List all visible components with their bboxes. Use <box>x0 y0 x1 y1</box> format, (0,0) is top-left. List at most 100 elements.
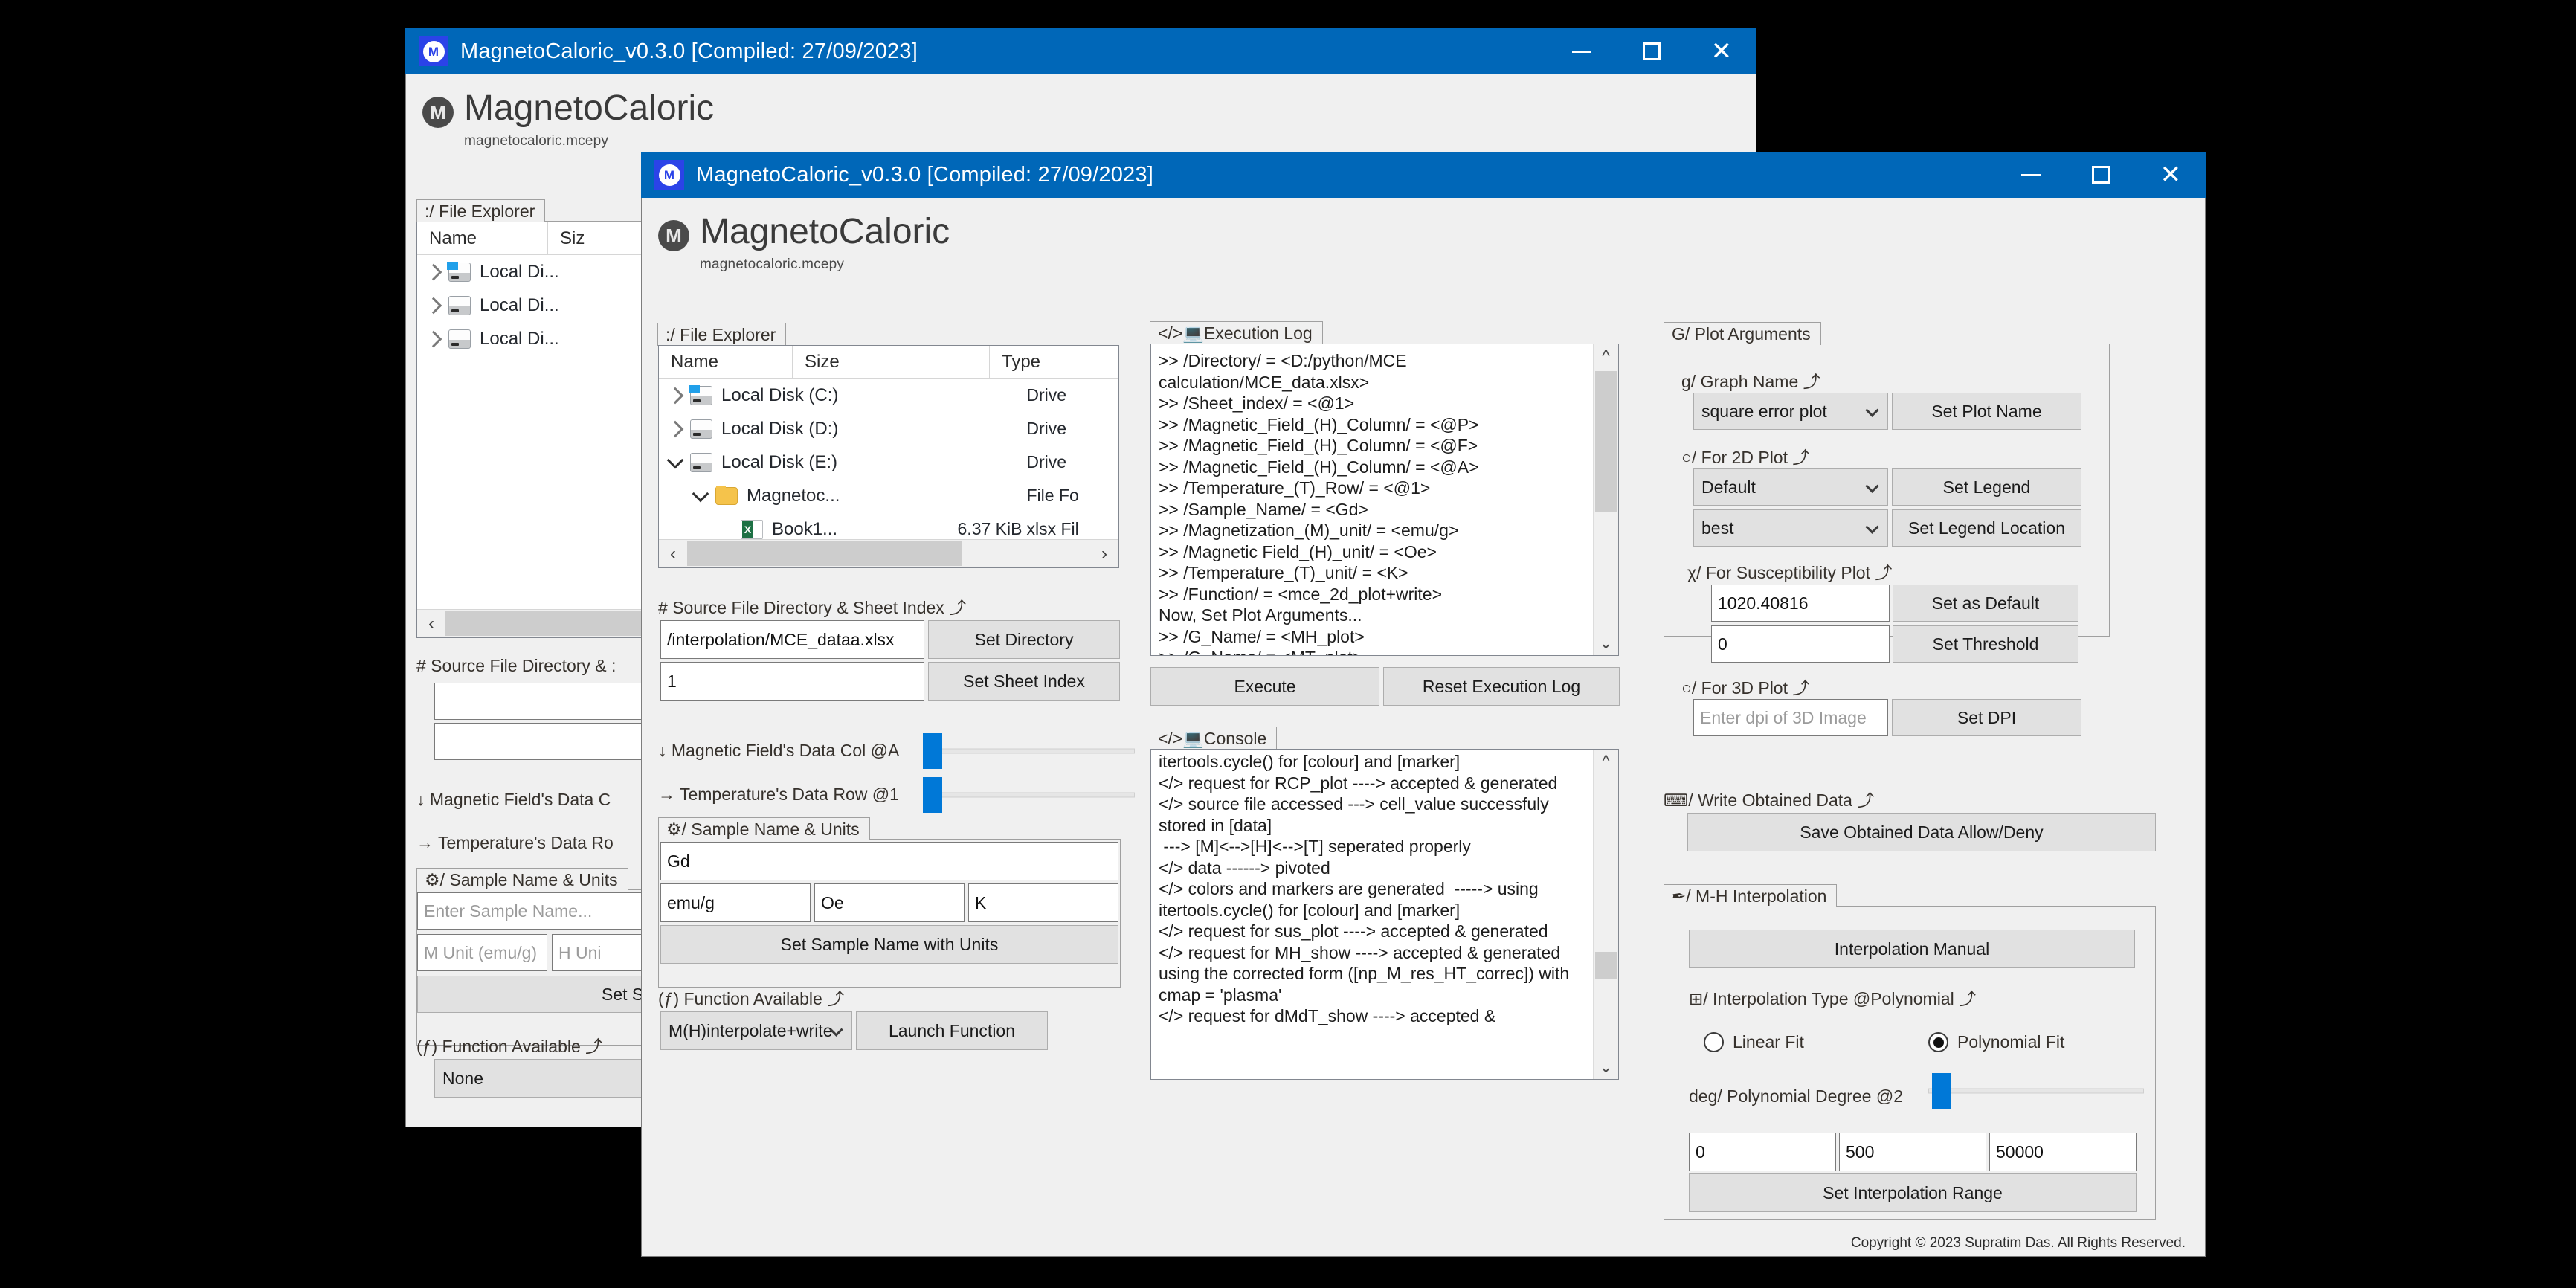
set-directory-button[interactable]: Set Directory <box>928 620 1120 659</box>
set-legend-location-button[interactable]: Set Legend Location <box>1892 509 2081 547</box>
maximize-button[interactable] <box>1617 28 1687 74</box>
legend-location-combo[interactable]: best <box>1693 509 1888 547</box>
sample-name-input[interactable]: Gd <box>660 842 1118 880</box>
plot-arguments-tab[interactable]: G/ Plot Arguments <box>1664 322 1821 345</box>
interpolation-manual-button[interactable]: Interpolation Manual <box>1689 930 2135 968</box>
function-combo[interactable]: M(H)interpolate+write <box>660 1011 852 1050</box>
t-unit-input[interactable]: K <box>968 883 1118 922</box>
field-col-slider[interactable] <box>923 733 1135 769</box>
chevron-right-icon[interactable] <box>425 330 442 347</box>
console-tab[interactable]: </>💻Console <box>1150 727 1277 750</box>
log-line: >> /Magnetic_Field_(H)_Column/ = <@A> <box>1159 457 1585 478</box>
chevron-down-icon[interactable] <box>692 486 709 502</box>
foreground-app-window[interactable]: M MagnetoCaloric_v0.3.0 [Compiled: 27/09… <box>641 152 2206 1257</box>
column-header-name[interactable]: Name <box>659 346 793 378</box>
maximize-button[interactable] <box>2066 152 2136 198</box>
column-header-type[interactable]: Type <box>990 346 1116 378</box>
chevron-right-icon[interactable] <box>667 420 684 437</box>
table-row[interactable]: Local Disk (D:)Drive <box>659 412 1118 445</box>
sheet-index-input[interactable]: 1 <box>660 662 924 701</box>
set-legend-button[interactable]: Set Legend <box>1892 468 2081 506</box>
minimize-button[interactable] <box>1996 152 2066 198</box>
hscroll-rail[interactable] <box>445 610 669 637</box>
graph-name-combo[interactable]: square error plot <box>1693 393 1888 430</box>
column-header-size[interactable]: Size <box>793 346 990 378</box>
scroll-up-icon[interactable]: ^ <box>1594 750 1618 773</box>
table-row[interactable]: Magnetoc...File Fo <box>659 479 1118 512</box>
chevron-right-icon[interactable] <box>425 297 442 314</box>
directory-input[interactable]: /interpolation/MCE_dataa.xlsx <box>660 620 924 659</box>
set-sample-name-button[interactable]: Set Sample Name with Units <box>660 925 1118 964</box>
scroll-down-icon[interactable]: ⌄ <box>1594 631 1618 655</box>
save-obtained-data-button[interactable]: Save Obtained Data Allow/Deny <box>1687 813 2156 851</box>
m-unit-input[interactable]: emu/g <box>660 883 811 922</box>
front-file-explorer-tab[interactable]: :/ File Explorer <box>657 323 786 346</box>
dpi-input[interactable]: Enter dpi of 3D Image <box>1693 699 1888 736</box>
chevron-right-icon[interactable] <box>425 263 442 280</box>
threshold-input[interactable]: 0 <box>1711 625 1890 663</box>
mh-interpolation-tab[interactable]: ✒/ M-H Interpolation <box>1664 884 1837 907</box>
front-file-tree[interactable]: Name Size Type Local Disk (C:)DriveLocal… <box>658 345 1119 568</box>
polynomial-degree-slider[interactable] <box>1928 1073 2144 1109</box>
temp-row-slider[interactable] <box>923 777 1135 813</box>
column-header-name[interactable]: Name <box>417 222 548 254</box>
table-row[interactable]: Local Di... <box>417 255 669 289</box>
back-file-explorer-tab[interactable]: :/ File Explorer <box>416 199 545 222</box>
table-row[interactable]: Local Disk (C:)Drive <box>659 379 1118 412</box>
minimize-button[interactable] <box>1547 28 1617 74</box>
execution-log-pane[interactable]: >> /Directory/ = <D:/python/MCE calculat… <box>1150 344 1619 656</box>
polynomial-fit-radio[interactable]: Polynomial Fit <box>1928 1032 2064 1052</box>
console-pane[interactable]: itertools.cycle() for [colour] and [mark… <box>1150 749 1619 1080</box>
table-row[interactable]: Local Disk (E:)Drive <box>659 445 1118 479</box>
close-button[interactable]: ✕ <box>1687 28 1756 74</box>
range-min-input[interactable]: 0 <box>1689 1133 1836 1171</box>
sample-section-tab[interactable]: ⚙/ Sample Name & Units <box>658 817 870 840</box>
slider-thumb[interactable] <box>923 777 942 813</box>
table-row[interactable]: Local Di... <box>417 322 669 355</box>
execution-log-scrollbar[interactable]: ^ ⌄ <box>1593 344 1618 655</box>
scroll-left-icon[interactable]: ‹ <box>417 610 445 637</box>
back-tree-hscrollbar[interactable]: ‹ <box>417 609 669 637</box>
console-scrollbar[interactable]: ^ ⌄ <box>1593 750 1618 1079</box>
back-window-titlebar[interactable]: M MagnetoCaloric_v0.3.0 [Compiled: 27/09… <box>405 28 1756 74</box>
front-window-titlebar[interactable]: M MagnetoCaloric_v0.3.0 [Compiled: 27/09… <box>641 152 2206 198</box>
linear-fit-radio[interactable]: Linear Fit <box>1704 1032 1804 1052</box>
range-step-input[interactable]: 500 <box>1839 1133 1986 1171</box>
close-button[interactable]: ✕ <box>2136 152 2206 198</box>
hscroll-thumb[interactable] <box>445 611 669 636</box>
set-sheet-index-button[interactable]: Set Sheet Index <box>928 662 1120 701</box>
set-as-default-button[interactable]: Set as Default <box>1893 585 2078 622</box>
set-threshold-button[interactable]: Set Threshold <box>1893 625 2078 663</box>
table-row[interactable]: Local Di... <box>417 289 669 322</box>
set-dpi-button[interactable]: Set DPI <box>1892 699 2081 736</box>
back-file-tree[interactable]: Name Siz Local Di...Local Di...Local Di.… <box>416 222 669 638</box>
back-sample-tab[interactable]: ⚙/ Sample Name & Units <box>416 868 628 891</box>
vscroll-thumb[interactable] <box>1595 952 1617 979</box>
chevron-right-icon[interactable] <box>667 387 684 404</box>
back-source-section-label: # Source File Directory & : <box>416 656 616 676</box>
scroll-up-icon[interactable]: ^ <box>1594 344 1618 368</box>
launch-function-button[interactable]: Launch Function <box>856 1011 1048 1050</box>
front-tree-hscrollbar[interactable]: ‹ › <box>659 539 1118 567</box>
vscroll-thumb[interactable] <box>1595 371 1617 512</box>
hscroll-rail[interactable] <box>687 540 1090 567</box>
slider-thumb[interactable] <box>1932 1073 1951 1109</box>
range-max-input[interactable]: 50000 <box>1989 1133 2137 1171</box>
susceptibility-input[interactable]: 1020.40816 <box>1711 585 1890 622</box>
legend-combo[interactable]: Default <box>1693 468 1888 506</box>
h-unit-input[interactable]: Oe <box>814 883 965 922</box>
hscroll-thumb[interactable] <box>687 541 962 566</box>
scroll-down-icon[interactable]: ⌄ <box>1594 1055 1618 1079</box>
reset-execution-log-button[interactable]: Reset Execution Log <box>1383 667 1620 706</box>
slider-thumb[interactable] <box>923 733 942 769</box>
scroll-right-icon[interactable]: › <box>1090 540 1118 567</box>
column-header-size[interactable]: Siz <box>548 222 637 254</box>
back-m-unit-input[interactable]: M Unit (emu/g) <box>417 934 547 971</box>
scroll-left-icon[interactable]: ‹ <box>659 540 687 567</box>
execution-log-tab[interactable]: </>💻Execution Log <box>1150 321 1323 344</box>
close-icon: ✕ <box>2160 160 2182 190</box>
set-plot-name-button[interactable]: Set Plot Name <box>1892 393 2081 430</box>
chevron-down-icon[interactable] <box>667 452 684 468</box>
execute-button[interactable]: Execute <box>1150 667 1379 706</box>
set-interpolation-range-button[interactable]: Set Interpolation Range <box>1689 1173 2137 1212</box>
